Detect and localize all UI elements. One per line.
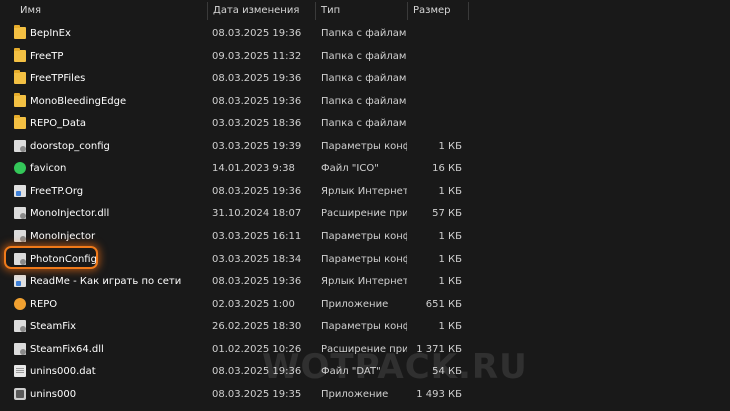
column-divider[interactable] xyxy=(207,2,208,20)
config-file-icon xyxy=(14,139,26,152)
config-file-icon xyxy=(14,229,26,242)
file-row[interactable]: FreeTP.Org 08.03.2025 19:36 Ярлык Интернет… xyxy=(0,181,730,204)
file-name: MonoInjector.dll xyxy=(30,208,110,220)
file-size: 651 КБ xyxy=(425,298,462,310)
file-name: ReadMe - Как играть по сети xyxy=(30,276,182,288)
column-header-name[interactable]: Имя xyxy=(20,0,205,22)
folder-icon xyxy=(14,92,26,107)
file-name: MonoBleedingEdge xyxy=(30,95,127,107)
file-date: 09.03.2025 11:32 xyxy=(212,50,302,62)
file-type: Папка с файлами xyxy=(321,95,407,107)
file-size: 1 493 КБ xyxy=(416,388,462,400)
file-name: BepInEx xyxy=(30,28,71,39)
file-row[interactable]: doorstop_config 03.03.2025 19:39 Параметры… xyxy=(0,136,730,159)
column-header-row: ⌃ Имя Дата изменения Тип Размер xyxy=(0,0,730,22)
file-date: 08.03.2025 19:36 xyxy=(212,95,302,107)
dll-file-icon xyxy=(14,342,26,355)
file-size: 1 КБ xyxy=(438,140,462,152)
file-date: 03.03.2025 18:34 xyxy=(212,253,302,265)
file-date: 03.03.2025 19:39 xyxy=(212,140,302,152)
file-type: Ярлык Интернета xyxy=(321,185,407,197)
file-row[interactable]: SteamFix 26.02.2025 18:30 Параметры конф..… xyxy=(0,316,730,339)
file-row[interactable]: MonoInjector 03.03.2025 16:11 Параметры ко… xyxy=(0,226,730,249)
file-date: 08.03.2025 19:36 xyxy=(212,185,302,197)
file-date: 08.03.2025 19:35 xyxy=(212,388,302,400)
file-explorer-window: ⌃ Имя Дата изменения Тип Размер BepInEx 0… xyxy=(0,0,730,411)
file-date: 26.02.2025 18:30 xyxy=(212,321,302,333)
file-name: SteamFix xyxy=(30,321,77,333)
shortcut-icon xyxy=(14,184,26,197)
file-row[interactable]: FreeTPFiles 08.03.2025 19:36 Папка с файла… xyxy=(0,68,730,91)
file-type: Папка с файлами xyxy=(321,28,407,39)
file-date: 02.03.2025 1:00 xyxy=(212,298,295,310)
watermark: WOTPACK.RU xyxy=(262,347,528,387)
dat-file-icon xyxy=(14,365,26,378)
file-size: 1 КБ xyxy=(438,253,462,265)
file-date: 08.03.2025 19:36 xyxy=(212,28,302,39)
file-size: 1 КБ xyxy=(438,185,462,197)
file-name: unins000 xyxy=(30,388,77,400)
favicon-icon xyxy=(14,162,26,175)
folder-icon xyxy=(14,47,26,62)
file-type: Папка с файлами xyxy=(321,50,407,62)
file-date: 31.10.2024 18:07 xyxy=(212,208,302,220)
file-type: Приложение xyxy=(321,388,389,400)
file-type: Расширение при... xyxy=(321,208,407,220)
file-name: FreeTPFiles xyxy=(30,73,86,85)
file-row[interactable]: BepInEx 08.03.2025 19:36 Папка с файлами xyxy=(0,23,730,46)
file-type: Папка с файлами xyxy=(321,118,407,130)
file-name: REPO xyxy=(30,298,58,310)
file-name: REPO_Data xyxy=(30,118,87,130)
file-row[interactable]: PhotonConfig 03.03.2025 18:34 Параметры ко… xyxy=(0,249,730,272)
file-size: 1 КБ xyxy=(438,276,462,288)
column-header-size[interactable]: Размер xyxy=(413,0,468,22)
file-date: 08.03.2025 19:36 xyxy=(212,73,302,85)
file-name: FreeTP xyxy=(30,50,64,62)
column-header-type[interactable]: Тип xyxy=(321,0,406,22)
file-name: FreeTP.Org xyxy=(30,185,84,197)
file-row[interactable]: REPO_Data 03.03.2025 18:36 Папка с файлами xyxy=(0,113,730,136)
file-size: 1 КБ xyxy=(438,321,462,333)
file-name: MonoInjector xyxy=(30,230,96,242)
photonconfig-highlight-frame xyxy=(4,246,98,269)
column-header-date[interactable]: Дата изменения xyxy=(213,0,313,22)
file-type: Параметры конф... xyxy=(321,253,407,265)
file-size: 16 КБ xyxy=(432,163,462,175)
file-date: 03.03.2025 16:11 xyxy=(212,230,302,242)
file-type: Папка с файлами xyxy=(321,73,407,85)
file-name: SteamFix64.dll xyxy=(30,343,104,355)
file-row[interactable]: REPO 02.03.2025 1:00 Приложение 651 КБ xyxy=(0,294,730,317)
file-size: 57 КБ xyxy=(432,208,462,220)
file-type: Параметры конф... xyxy=(321,321,407,333)
dll-file-icon xyxy=(14,207,26,220)
file-row[interactable]: MonoBleedingEdge 08.03.2025 19:36 Папка с … xyxy=(0,91,730,114)
file-row[interactable]: favicon 14.01.2023 9:38 Файл "ICO" 16 КБ xyxy=(0,158,730,181)
file-name: unins000.dat xyxy=(30,366,96,378)
config-file-icon xyxy=(14,320,26,333)
file-date: 08.03.2025 19:36 xyxy=(212,276,302,288)
file-size: 1 КБ xyxy=(438,230,462,242)
file-type: Файл "ICO" xyxy=(321,163,379,175)
folder-icon xyxy=(14,70,26,85)
file-row[interactable]: ReadMe - Как играть по сети 08.03.2025 19… xyxy=(0,271,730,294)
file-type: Приложение xyxy=(321,298,389,310)
file-row[interactable]: unins000 08.03.2025 19:35 Приложение 1 493 … xyxy=(0,384,730,407)
column-divider[interactable] xyxy=(407,2,408,20)
file-type: Ярлык Интернета xyxy=(321,276,407,288)
file-row[interactable]: MonoInjector.dll 31.10.2024 18:07 Расширен… xyxy=(0,203,730,226)
file-name: doorstop_config xyxy=(30,140,110,152)
shortcut-icon xyxy=(14,275,26,288)
uninstaller-icon xyxy=(14,387,26,400)
column-divider[interactable] xyxy=(468,2,469,20)
file-row[interactable]: FreeTP 09.03.2025 11:32 Папка с файлами xyxy=(0,46,730,69)
file-type: Параметры конф... xyxy=(321,140,407,152)
file-date: 14.01.2023 9:38 xyxy=(212,163,295,175)
folder-icon xyxy=(14,115,26,130)
app-icon xyxy=(14,297,26,310)
file-type: Параметры конф... xyxy=(321,230,407,242)
column-divider[interactable] xyxy=(315,2,316,20)
folder-icon xyxy=(14,25,26,39)
file-name: favicon xyxy=(30,163,67,175)
file-date: 03.03.2025 18:36 xyxy=(212,118,302,130)
